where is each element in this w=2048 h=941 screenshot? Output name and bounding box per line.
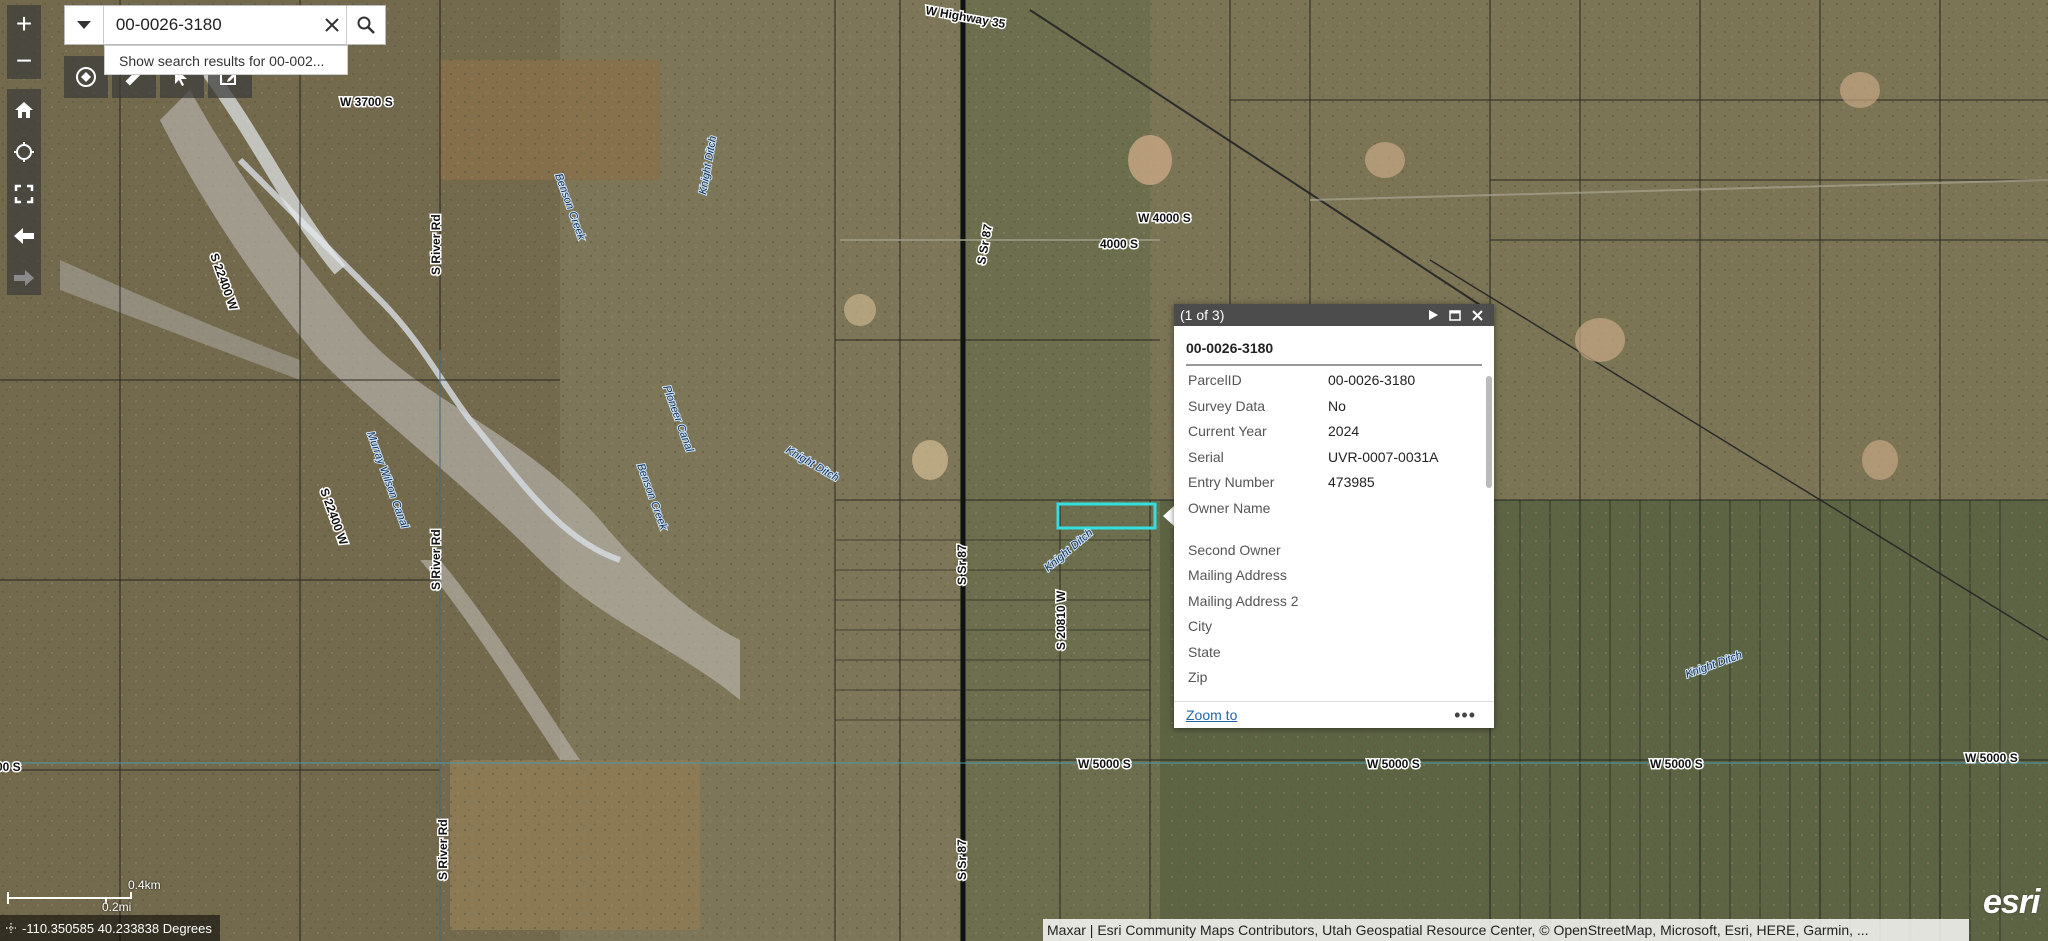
attribute-row: Mailing Address — [1174, 567, 1484, 593]
attribute-row: Current Year 2024 — [1174, 423, 1484, 449]
attribute-key: Current Year — [1188, 423, 1267, 439]
back-arrow-icon — [14, 228, 34, 244]
home-button[interactable] — [7, 89, 41, 131]
attribute-key: Entry Number — [1188, 474, 1275, 490]
attribute-key: Mailing Address — [1188, 567, 1287, 583]
road-label-w-3700-s: W 3700 S — [340, 95, 393, 109]
popup-attributes: ParcelID 00-0026-3180 Survey Data No Curre… — [1174, 372, 1484, 712]
fullscreen-icon — [14, 184, 34, 204]
search-suggestion[interactable]: Show search results for 00-002... — [104, 45, 348, 75]
layers-icon — [76, 67, 96, 87]
crosshair-icon — [6, 923, 16, 933]
attribute-row: Survey Data No — [1174, 398, 1484, 424]
close-icon — [325, 18, 339, 32]
attribute-value: No — [1328, 397, 1346, 414]
popup-header: (1 of 3) — [1174, 304, 1494, 326]
road-label-s-20810-w: S 20810 W — [1054, 590, 1068, 650]
play-icon — [1429, 310, 1438, 320]
forward-arrow-icon — [14, 270, 34, 286]
feature-popup: (1 of 3) 00-0026-3180 ParcelID 00-0026-31… — [1174, 304, 1494, 728]
road-label-w-5000-s-2: W 5000 S — [1367, 757, 1420, 771]
road-label-4000-s: 4000 S — [1100, 237, 1138, 251]
road-label-w-4000-s: W 4000 S — [1138, 211, 1191, 225]
road-label-w-5000-s-3: W 5000 S — [1650, 757, 1703, 771]
popup-scrollbar[interactable] — [1486, 376, 1492, 488]
attribute-row: State — [1174, 644, 1484, 670]
road-label-s-river-rd: S River Rd — [429, 214, 443, 275]
more-actions-button[interactable]: ••• — [1454, 705, 1476, 726]
road-label-s-river-rd-3: S River Rd — [436, 819, 450, 880]
attribute-row: Second Owner — [1174, 542, 1484, 568]
clear-search-button[interactable] — [318, 6, 346, 44]
navigation-controls — [7, 89, 41, 295]
popup-footer: Zoom to ••• — [1174, 701, 1494, 728]
attribute-key: Mailing Address 2 — [1188, 592, 1299, 609]
attribute-value: 00-0026-3180 — [1328, 372, 1416, 388]
attribute-row: Entry Number 473985 — [1174, 474, 1484, 500]
map-attribution[interactable]: Maxar | Esri Community Maps Contributors… — [1043, 919, 1969, 941]
attribute-key: City — [1188, 618, 1213, 634]
attribute-key: Owner Name — [1188, 499, 1271, 516]
search-button[interactable] — [346, 6, 385, 44]
attribute-row: Serial UVR-0007-0031A — [1174, 449, 1484, 475]
attribute-row: Mailing Address 2 — [1174, 593, 1484, 619]
zoom-controls: + − — [7, 5, 41, 79]
locate-icon — [14, 142, 34, 162]
coordinate-readout: -110.350585 40.233838 Degrees — [0, 915, 220, 941]
popup-title: 00-0026-3180 — [1186, 340, 1482, 366]
back-button[interactable] — [7, 215, 41, 257]
satellite-map[interactable]: W Highway 35 W 3700 S W 4000 S 4000 S S … — [0, 0, 2048, 941]
road-label-s-sr-87-3: S Sr 87 — [955, 839, 969, 880]
zoom-out-button[interactable]: − — [7, 42, 41, 79]
home-icon — [15, 102, 33, 118]
road-label-s-river-rd-2: S River Rd — [429, 529, 443, 590]
road-label-00-s: 00 S — [0, 760, 21, 774]
layers-button[interactable] — [64, 56, 108, 98]
scale-km-label: 0.4km — [128, 878, 161, 892]
attribute-key: Serial — [1188, 448, 1224, 465]
locate-button[interactable] — [7, 131, 41, 173]
attribute-value: 473985 — [1328, 474, 1375, 490]
close-popup-button[interactable] — [1466, 309, 1488, 321]
search-input[interactable] — [103, 14, 318, 36]
attribute-row: ParcelID 00-0026-3180 — [1174, 372, 1484, 398]
next-feature-button[interactable] — [1422, 310, 1444, 320]
attribute-row: City — [1174, 618, 1484, 644]
zoom-in-button[interactable]: + — [7, 5, 41, 42]
maximize-popup-button[interactable] — [1444, 309, 1466, 321]
road-label-s-sr-87-2: S Sr 87 — [955, 544, 969, 585]
popup-pointer — [1163, 506, 1174, 526]
fullscreen-button[interactable] — [7, 173, 41, 215]
attribute-value: 2024 — [1328, 423, 1360, 439]
attribute-row: Owner Name — [1174, 500, 1484, 542]
search-source-dropdown[interactable] — [65, 6, 104, 44]
road-label-w-5000-s-4: W 5000 S — [1965, 751, 2018, 765]
chevron-down-icon — [76, 21, 91, 29]
attribute-key: Survey Data — [1188, 397, 1266, 414]
attribute-value: UVR-0007-0031A — [1328, 448, 1439, 465]
search-box — [64, 5, 386, 45]
scale-bar: 0.4km 0.2mi — [6, 878, 161, 918]
attribute-row: Zip — [1174, 669, 1484, 695]
attribute-key: Zip — [1188, 669, 1208, 685]
forward-button[interactable] — [7, 257, 41, 299]
search-icon — [357, 16, 375, 34]
esri-logo: esri — [1983, 883, 2040, 921]
maximize-icon — [1449, 309, 1461, 321]
scale-mi-label: 0.2mi — [102, 900, 132, 914]
road-label-w-5000-s-1: W 5000 S — [1078, 757, 1131, 771]
zoom-to-link[interactable]: Zoom to — [1186, 707, 1454, 723]
coordinates-text: -110.350585 40.233838 Degrees — [22, 920, 212, 936]
attribute-key: State — [1188, 643, 1221, 660]
attribute-key: ParcelID — [1188, 372, 1242, 388]
popup-counter: (1 of 3) — [1180, 307, 1225, 323]
attribute-key: Second Owner — [1188, 541, 1281, 558]
close-icon — [1471, 309, 1483, 321]
